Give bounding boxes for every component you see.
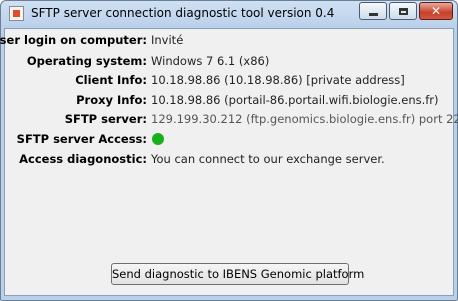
maximize-icon	[398, 7, 408, 15]
send-diagnostic-button[interactable]: Send diagnostic to IBENS Genomic platfor…	[111, 263, 364, 285]
proxy-info-label: Proxy Info:	[76, 93, 147, 107]
info-row-operating-system: Operating system: Windows 7 6.1 (x86)	[5, 52, 453, 70]
client-info-value: 10.18.98.86 (10.18.98.86) [private addre…	[151, 73, 405, 87]
sftp-access-label: SFTP server Access:	[16, 132, 147, 146]
diagnostic-window: SFTP server connection diagnostic tool v…	[0, 0, 458, 301]
maximize-button[interactable]	[389, 2, 417, 20]
info-row-proxy-info: Proxy Info: 10.18.98.86 (portail-86.port…	[5, 91, 453, 109]
java-app-icon	[9, 6, 24, 21]
window-title: SFTP server connection diagnostic tool v…	[31, 6, 335, 20]
close-icon: ✕	[430, 4, 442, 18]
access-status-indicator	[152, 133, 164, 145]
access-diagnostic-label: Access diagonostic:	[19, 152, 147, 166]
info-row-access-diagnostic: Access diagonostic: You can connect to o…	[5, 150, 453, 168]
content-panel: User login on computer: Invité Operating…	[0, 28, 458, 296]
title-bar[interactable]: SFTP server connection diagnostic tool v…	[1, 1, 457, 27]
user-login-label: User login on computer:	[0, 33, 147, 47]
operating-system-value: Windows 7 6.1 (x86)	[151, 54, 270, 68]
access-diagnostic-value: You can connect to our exchange server.	[151, 152, 385, 166]
info-row-sftp-server: SFTP server: 129.199.30.212 (ftp.genomic…	[5, 110, 458, 128]
info-row-client-info: Client Info: 10.18.98.86 (10.18.98.86) […	[5, 71, 453, 89]
operating-system-label: Operating system:	[26, 54, 147, 68]
close-button[interactable]: ✕	[419, 2, 453, 20]
info-row-user-login: User login on computer: Invité	[0, 31, 453, 49]
minimize-button[interactable]	[359, 2, 387, 20]
info-row-sftp-access: SFTP server Access:	[5, 130, 453, 148]
minimize-icon	[368, 12, 378, 16]
proxy-info-value: 10.18.98.86 (portail-86.portail.wifi.bio…	[151, 93, 439, 107]
client-info-label: Client Info:	[75, 73, 147, 87]
sftp-server-label: SFTP server:	[64, 112, 147, 126]
user-login-value: Invité	[151, 33, 184, 47]
sftp-server-value: 129.199.30.212 (ftp.genomics.biologie.en…	[151, 112, 458, 126]
